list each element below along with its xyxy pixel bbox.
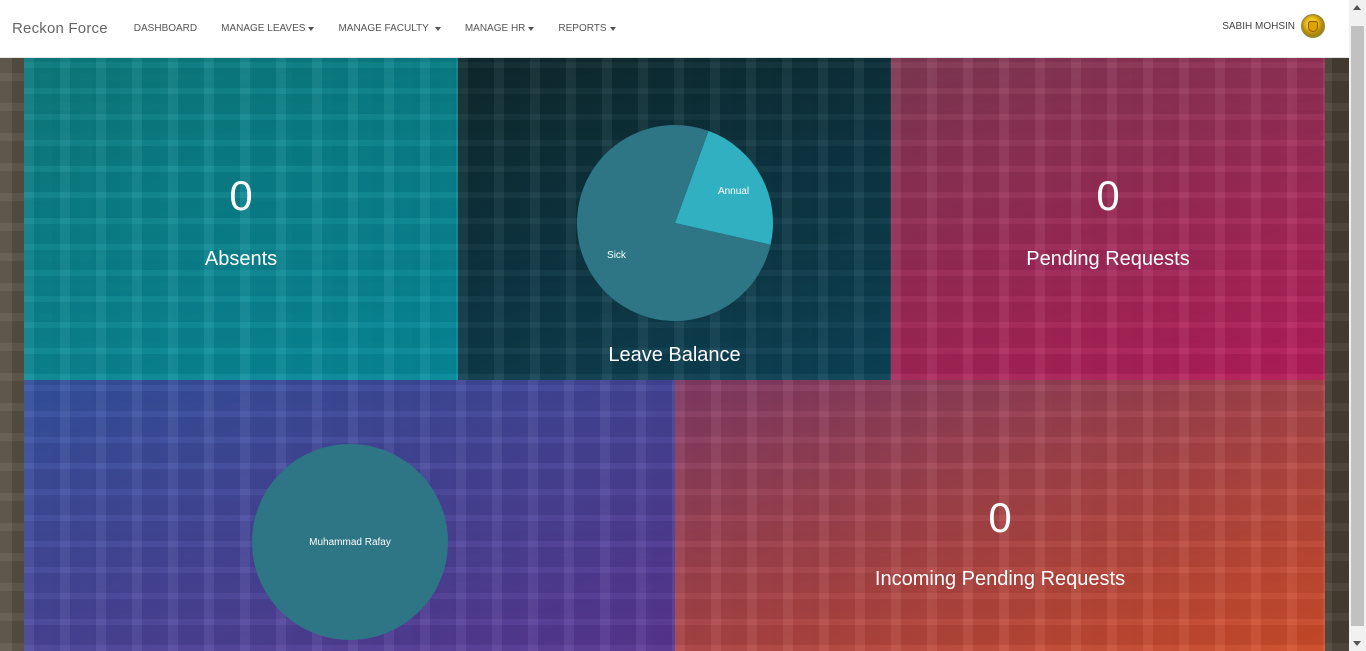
pending-requests-tile[interactable]: 0 Pending Requests [891, 58, 1325, 380]
avatar[interactable] [1301, 14, 1325, 38]
incoming-pending-requests-count: 0 [988, 494, 1012, 541]
pie-label-annual: Annual [718, 186, 749, 197]
scrollbar-thumb[interactable] [1351, 26, 1364, 626]
leave-balance-pie-chart: Annual Sick [577, 125, 773, 321]
nav-manage-faculty[interactable]: MANAGE FACULTY [326, 23, 452, 34]
nav-reports-label: REPORTS [558, 23, 607, 34]
nav-dashboard[interactable]: DASHBOARD [122, 23, 209, 34]
absents-tile[interactable]: 0 Absents [24, 58, 458, 380]
scroll-up-arrow-icon[interactable] [1353, 5, 1361, 10]
shield-icon [1308, 20, 1318, 32]
vertical-scrollbar[interactable] [1349, 0, 1366, 651]
caret-down-icon [528, 26, 535, 31]
nav-manage-faculty-label: MANAGE FACULTY [338, 23, 429, 34]
brand-logo[interactable]: Reckon Force [12, 20, 108, 37]
user-menu[interactable]: SABIH MOHSIN [1222, 14, 1325, 38]
absents-label: Absents [204, 248, 278, 270]
nav-manage-hr[interactable]: MANAGE HR [453, 23, 547, 34]
caret-down-icon [308, 26, 315, 31]
incoming-pending-requests-tile[interactable]: 0 Incoming Pending Requests [675, 380, 1325, 651]
nav-manage-leaves-label: MANAGE LEAVES [221, 23, 306, 34]
scroll-down-arrow-icon[interactable] [1353, 641, 1361, 646]
nav-manage-hr-label: MANAGE HR [464, 23, 526, 34]
pending-requests-count: 0 [1096, 172, 1120, 219]
leave-balance-tile[interactable]: Annual Sick Leave Balance [458, 58, 891, 380]
nav-reports[interactable]: REPORTS [546, 23, 627, 34]
nav-manage-leaves[interactable]: MANAGE LEAVES [209, 23, 326, 34]
faculty-chart-tile[interactable]: Muhammad Rafay [24, 380, 675, 651]
user-name: SABIH MOHSIN [1222, 20, 1295, 32]
pending-requests-label: Pending Requests [1026, 248, 1190, 270]
leave-balance-label: Leave Balance [608, 344, 741, 366]
nav-dashboard-label: DASHBOARD [133, 23, 198, 34]
top-navbar: Reckon Force DASHBOARD MANAGE LEAVES MAN… [0, 0, 1349, 58]
caret-down-icon [434, 26, 441, 31]
absents-count: 0 [229, 172, 253, 219]
faculty-pie-chart: Muhammad Rafay [252, 444, 448, 640]
pie-label-muhammad-rafay: Muhammad Rafay [309, 537, 391, 548]
incoming-pending-requests-label: Incoming Pending Requests [874, 568, 1126, 590]
caret-down-icon [609, 26, 616, 31]
pie-label-sick: Sick [607, 250, 627, 261]
